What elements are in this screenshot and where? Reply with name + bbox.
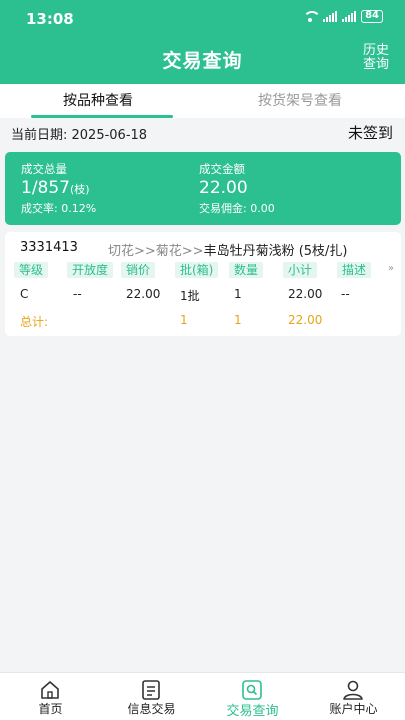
- trade-record-card[interactable]: 3331413 切花>>菊花>>丰岛牡丹菊浅粉 (5枝/扎) 等级 开放度 销价…: [5, 232, 401, 336]
- chevron-double-right-icon[interactable]: »: [388, 263, 394, 274]
- signal-icon: [323, 11, 338, 22]
- signin-status: 未签到: [347, 124, 393, 142]
- total-batch: 1: [180, 313, 188, 327]
- col-price: 销价: [121, 262, 156, 278]
- cell-subtotal: 22.00: [288, 287, 323, 301]
- amount-value: 22.00: [199, 178, 248, 198]
- user-icon: [343, 680, 363, 700]
- page-title: 交易查询: [162, 50, 243, 72]
- total-volume-value: 1/857(枝): [21, 178, 90, 198]
- cell-description: --: [341, 287, 350, 301]
- col-batch: 批(箱): [175, 262, 219, 278]
- status-time: 13:08: [26, 10, 74, 28]
- nav-trade-query-label: 交易查询: [226, 704, 279, 719]
- nav-account[interactable]: 账户中心: [303, 673, 404, 720]
- current-date: 当前日期: 2025-06-18: [11, 128, 148, 143]
- col-openness: 开放度: [67, 262, 114, 278]
- signal-icon: [342, 11, 357, 22]
- active-tab-indicator: [31, 115, 173, 118]
- status-bar: 13:08 84: [0, 0, 405, 36]
- tab-by-shelf[interactable]: 按货架号查看: [258, 90, 342, 110]
- search-icon: [242, 680, 262, 700]
- nav-info-trade-label: 信息交易: [127, 702, 176, 716]
- product-code: 3331413: [20, 240, 78, 255]
- total-label: 总计:: [20, 315, 49, 329]
- col-description: 描述: [337, 262, 372, 278]
- status-icons: 84: [302, 10, 383, 23]
- nav-info-trade[interactable]: 信息交易: [101, 673, 202, 720]
- total-quantity: 1: [234, 313, 242, 327]
- summary-card: 成交总量 1/857(枝) 成交率: 0.12% 成交金额 22.00 交易佣金…: [5, 152, 401, 225]
- home-icon: [41, 681, 59, 699]
- cell-openness: --: [73, 287, 82, 301]
- nav-home[interactable]: 首页: [0, 673, 101, 720]
- total-volume-label: 成交总量: [21, 162, 67, 176]
- commission: 交易佣金: 0.00: [199, 202, 275, 215]
- nav-trade-query[interactable]: 交易查询: [202, 673, 303, 720]
- nav-account-label: 账户中心: [329, 702, 378, 716]
- product-category: 切花>>菊花>>丰岛牡丹菊浅粉 (5枝/扎): [108, 244, 348, 259]
- deal-rate: 成交率: 0.12%: [21, 202, 97, 215]
- bottom-nav: 首页 信息交易 交易查询 账户中心: [0, 672, 405, 720]
- nav-home-label: 首页: [38, 702, 63, 716]
- cell-batch: 1批: [180, 289, 200, 303]
- app-header: 13:08 84 交易查询 历史查询: [0, 0, 405, 84]
- cell-grade: C: [20, 287, 29, 301]
- tab-by-variety[interactable]: 按品种查看: [63, 90, 133, 110]
- col-grade: 等级: [14, 262, 49, 278]
- document-icon: [142, 680, 160, 700]
- battery-icon: 84: [361, 10, 383, 23]
- cell-quantity: 1: [234, 287, 242, 301]
- amount-label: 成交金额: [199, 162, 245, 176]
- total-subtotal: 22.00: [288, 313, 323, 327]
- wifi-icon: [302, 10, 322, 23]
- cell-price: 22.00: [126, 287, 161, 301]
- col-subtotal: 小计: [283, 262, 318, 278]
- view-tabs: 按品种查看 按货架号查看: [0, 84, 405, 118]
- col-quantity: 数量: [229, 262, 264, 278]
- history-button[interactable]: 历史查询: [361, 44, 391, 72]
- date-bar: 当前日期: 2025-06-18 未签到: [0, 120, 405, 146]
